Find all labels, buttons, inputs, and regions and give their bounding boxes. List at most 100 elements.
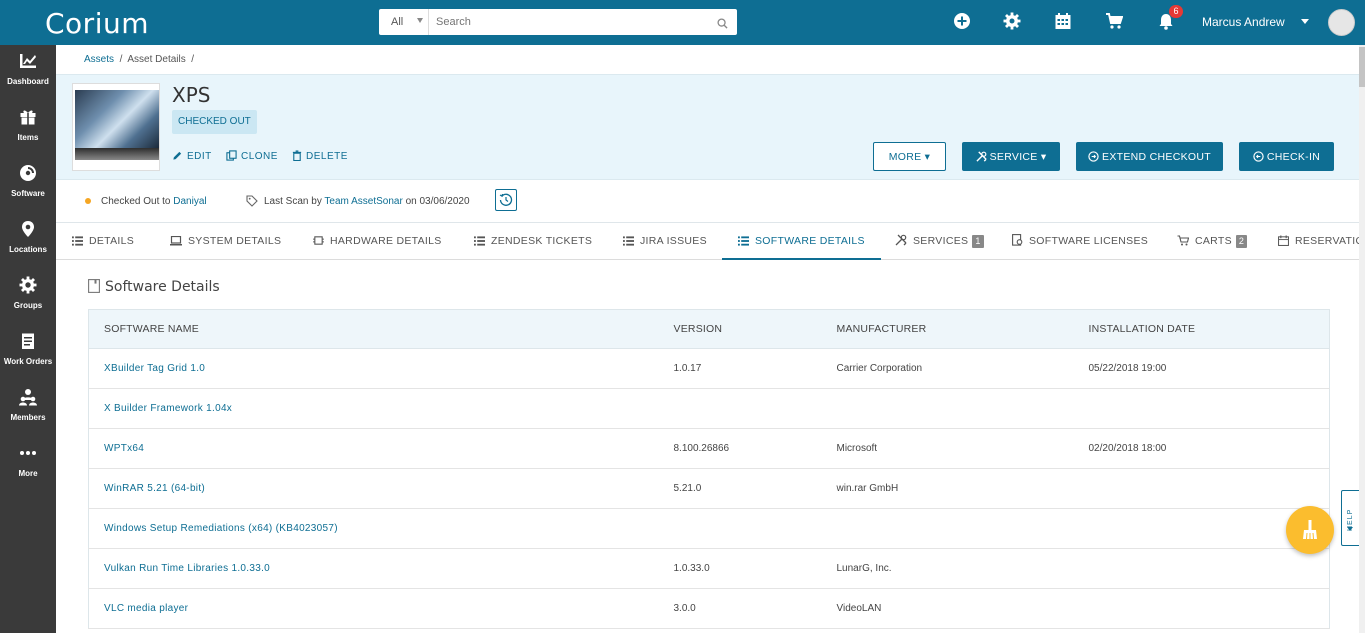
scrollbar-thumb[interactable]	[1359, 47, 1365, 87]
software-install-date	[1088, 548, 1330, 589]
software-table: SOFTWARE NAME VERSION MANUFACTURER INSTA…	[88, 309, 1330, 629]
gift-icon	[20, 110, 36, 125]
user-menu-name[interactable]: Marcus Andrew	[1202, 15, 1285, 29]
more-button[interactable]: MORE ▾	[873, 142, 946, 171]
broom-icon	[1303, 520, 1317, 540]
clone-button[interactable]: CLONE	[226, 150, 278, 162]
table-row: VLC media player 3.0.0 VideoLAN	[88, 588, 1330, 629]
scan-history-button[interactable]	[495, 189, 517, 211]
gear-icon	[19, 276, 37, 294]
sidebar-item-more[interactable]: More	[0, 437, 56, 493]
asset-thumbnail	[72, 83, 160, 171]
tab-label: HARDWARE DETAILS	[330, 235, 442, 247]
column-header-version[interactable]: VERSION	[673, 309, 837, 349]
app-logo[interactable]: Corium	[45, 7, 149, 40]
tab-label: DETAILS	[89, 235, 135, 247]
tab-software-details[interactable]: SOFTWARE DETAILS	[722, 223, 881, 260]
laptop-icon	[170, 235, 182, 246]
software-name-link[interactable]: WinRAR 5.21 (64-bit)	[88, 468, 674, 509]
sidebar-item-label: Members	[10, 413, 46, 422]
tab-hardware-details[interactable]: HARDWARE DETAILS	[313, 223, 442, 260]
cleanup-fab-button[interactable]	[1286, 506, 1334, 554]
sidebar: Dashboard Items Software Locations Group…	[0, 45, 56, 633]
breadcrumb-separator: /	[116, 54, 126, 65]
services-count-badge: 1	[972, 235, 984, 248]
software-version: 1.0.33.0	[673, 548, 837, 589]
software-name-link[interactable]: VLC media player	[88, 588, 674, 629]
tab-carts[interactable]: CARTS 2	[1177, 223, 1248, 260]
tab-zendesk-tickets[interactable]: ZENDESK TICKETS	[474, 223, 592, 260]
search-category-label: All	[391, 16, 404, 28]
clone-icon	[226, 150, 237, 161]
search-icon[interactable]	[717, 16, 728, 34]
laptop-base-image	[75, 148, 159, 160]
sidebar-item-groups[interactable]: Groups	[0, 269, 56, 325]
software-name-link[interactable]: WPTx64	[88, 428, 674, 469]
column-header-manufacturer[interactable]: MANUFACTURER	[836, 309, 1089, 349]
clock-arrow-icon	[1088, 151, 1099, 162]
software-name-link[interactable]: Vulkan Run Time Libraries 1.0.33.0	[88, 548, 674, 589]
calendar-icon[interactable]	[1054, 12, 1072, 35]
document-icon	[88, 279, 100, 293]
tab-label: SOFTWARE LICENSES	[1029, 235, 1149, 247]
sidebar-item-items[interactable]: Items	[0, 101, 56, 157]
software-name-link[interactable]: Windows Setup Remediations (x64) (KB4023…	[88, 508, 674, 549]
breadcrumb-assets-link[interactable]: Assets	[84, 54, 114, 65]
table-row: WinRAR 5.21 (64-bit) 5.21.0 win.rar GmbH	[88, 468, 1330, 509]
search-category-select[interactable]: All	[379, 9, 429, 35]
checkout-info: Checked Out to Daniyal	[101, 196, 207, 207]
software-name-link[interactable]: X Builder Framework 1.04x	[88, 388, 674, 429]
sidebar-item-work-orders[interactable]: Work Orders	[0, 325, 56, 381]
table-row: Vulkan Run Time Libraries 1.0.33.0 1.0.3…	[88, 548, 1330, 589]
disc-icon	[20, 165, 36, 181]
software-name-link[interactable]: XBuilder Tag Grid 1.0	[88, 348, 674, 389]
sidebar-item-software[interactable]: Software	[0, 157, 56, 213]
delete-button[interactable]: DELETE	[292, 150, 348, 162]
calendar-icon	[1278, 235, 1289, 246]
tab-reservations[interactable]: RESERVATIO	[1278, 223, 1364, 260]
avatar[interactable]	[1328, 9, 1355, 36]
software-manufacturer	[836, 388, 1089, 429]
tab-system-details[interactable]: SYSTEM DETAILS	[170, 223, 281, 260]
dashboard-icon	[20, 54, 36, 68]
members-icon	[19, 389, 37, 406]
chevron-down-icon	[417, 18, 423, 23]
history-icon	[499, 193, 513, 206]
asset-header: XPS CHECKED OUT EDIT CLONE DELETE MORE ▾…	[56, 74, 1362, 180]
tab-software-licenses[interactable]: SOFTWARE LICENSES	[1012, 223, 1148, 260]
sidebar-item-label: Software	[11, 189, 45, 198]
tab-details[interactable]: DETAILS	[72, 223, 134, 260]
breadcrumb-current: Asset Details	[127, 54, 186, 65]
software-install-date: 02/20/2018 18:00	[1088, 428, 1330, 469]
asset-tabs: DETAILS SYSTEM DETAILS HARDWARE DETAILS …	[56, 223, 1365, 260]
software-version	[673, 388, 837, 429]
last-scan-info: Last Scan by Team AssetSonar on 03/06/20…	[264, 196, 470, 207]
check-in-button[interactable]: CHECK-IN	[1239, 142, 1334, 171]
more-dots-icon	[20, 451, 36, 455]
column-header-installation-date[interactable]: INSTALLATION DATE	[1088, 309, 1330, 349]
user-menu-chevron-icon[interactable]	[1301, 19, 1309, 24]
service-button[interactable]: SERVICE ▾	[962, 142, 1060, 171]
cart-icon[interactable]	[1105, 12, 1124, 35]
extend-checkout-button[interactable]: EXTEND CHECKOUT	[1076, 142, 1223, 171]
table-row: WPTx64 8.100.26866 Microsoft 02/20/2018 …	[88, 428, 1330, 469]
sidebar-item-dashboard[interactable]: Dashboard	[0, 45, 56, 101]
table-header-row: SOFTWARE NAME VERSION MANUFACTURER INSTA…	[88, 309, 1330, 349]
page-scrollbar[interactable]	[1359, 45, 1365, 633]
tab-services[interactable]: SERVICES 1	[895, 223, 984, 260]
sidebar-item-members[interactable]: Members	[0, 381, 56, 437]
settings-gear-icon[interactable]	[1003, 12, 1021, 35]
sidebar-item-locations[interactable]: Locations	[0, 213, 56, 269]
edit-button[interactable]: EDIT	[172, 150, 212, 162]
table-row: XBuilder Tag Grid 1.0 1.0.17 Carrier Cor…	[88, 348, 1330, 389]
tab-label: SOFTWARE DETAILS	[755, 235, 865, 247]
checkout-info-bar: Checked Out to Daniyal Last Scan by Team…	[56, 180, 1362, 223]
search-input[interactable]	[431, 9, 711, 35]
column-header-software-name[interactable]: SOFTWARE NAME	[88, 309, 674, 349]
add-icon[interactable]	[953, 12, 971, 35]
checkout-user-link[interactable]: Daniyal	[173, 196, 206, 207]
tab-jira-issues[interactable]: JIRA ISSUES	[623, 223, 707, 260]
edit-label: EDIT	[187, 151, 212, 162]
scan-user-link[interactable]: Team AssetSonar	[324, 196, 402, 207]
top-navbar: Corium All 6 Marcus Andrew	[0, 0, 1365, 45]
